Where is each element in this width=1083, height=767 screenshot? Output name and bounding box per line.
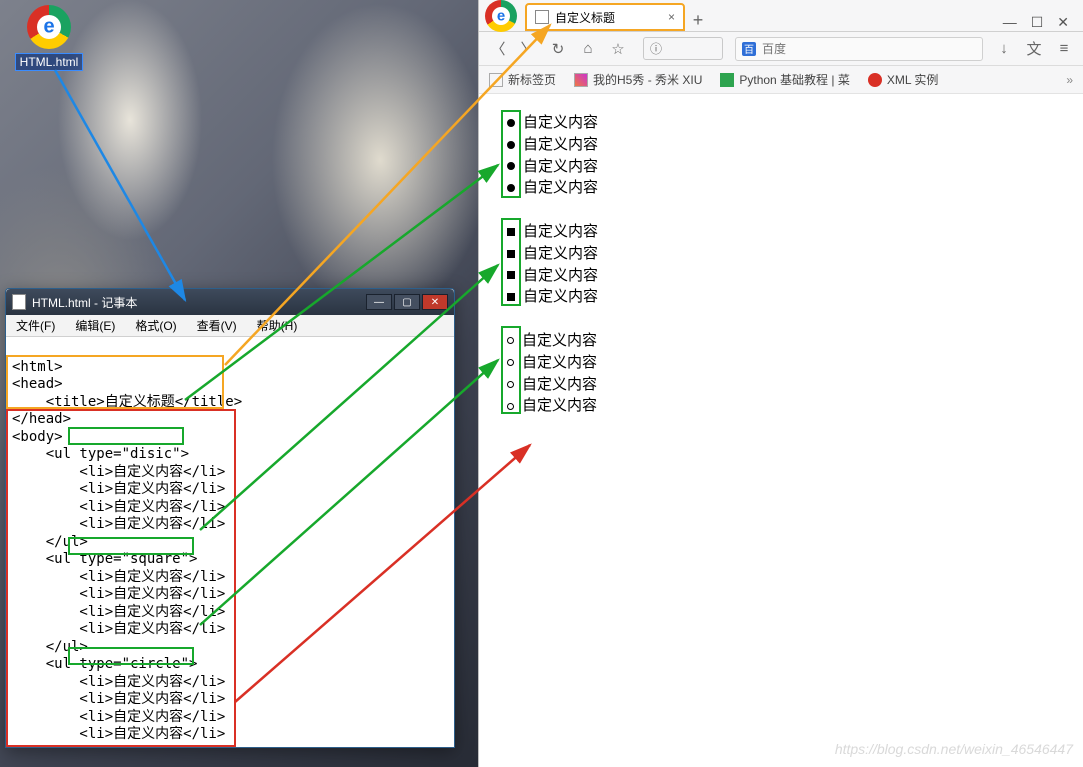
list-item: 自定义内容: [499, 134, 1073, 156]
tab-active[interactable]: 自定义标题 ×: [525, 3, 685, 31]
list-item: 自定义内容: [499, 265, 1073, 287]
list-item: 自定义内容: [499, 330, 1073, 352]
back-icon[interactable]: 〈: [489, 40, 507, 58]
menu-help[interactable]: 帮助(H): [247, 315, 308, 336]
search-box[interactable]: 百: [735, 37, 983, 61]
win-maximize-icon[interactable]: ☐: [1031, 14, 1044, 31]
tab-row: e 自定义标题 × + — ☐ ✕: [479, 0, 1083, 32]
bookmark-xml[interactable]: XML 实例: [868, 71, 939, 88]
menu-edit[interactable]: 编辑(E): [65, 315, 125, 336]
favicon-icon: [720, 73, 734, 87]
notepad-title: HTML.html - 记事本: [32, 294, 137, 311]
notepad-window: HTML.html - 记事本 — ▢ ✕ 文件(F) 编辑(E) 格式(O) …: [5, 288, 455, 748]
menu-format[interactable]: 格式(O): [125, 315, 186, 336]
notepad-content[interactable]: <html> <head> <title>自定义标题</title> </hea…: [6, 337, 454, 747]
baidu-icon: 百: [742, 42, 756, 56]
bullet-square-icon: [507, 228, 515, 236]
bookmark-h5[interactable]: 我的H5秀 - 秀米 XIU: [574, 71, 702, 88]
watermark: https://blog.csdn.net/weixin_46546447: [835, 741, 1073, 757]
bullet-disc-icon: [507, 141, 515, 149]
tab-title: 自定义标题: [555, 9, 615, 26]
win-close-icon[interactable]: ✕: [1057, 14, 1069, 31]
list-item: 自定义内容: [499, 395, 1073, 417]
address-bar[interactable]: ⓘ: [643, 37, 723, 60]
list-circle: 自定义内容 自定义内容 自定义内容 自定义内容: [499, 330, 1073, 417]
list-item: 自定义内容: [499, 221, 1073, 243]
favicon-icon: [489, 73, 503, 87]
favicon-icon: [574, 73, 588, 87]
browser-toolbar: 〈 〉 ↻ ⌂ ☆ ⓘ 百 ↓ 文 ≡: [479, 32, 1083, 66]
browser-header: e 自定义标题 × + — ☐ ✕ 〈 〉 ↻ ⌂ ☆ ⓘ 百: [479, 0, 1083, 94]
list-item: 自定义内容: [499, 243, 1073, 265]
bullet-circle-icon: [507, 337, 514, 344]
list-item: 自定义内容: [499, 112, 1073, 134]
desktop-file-icon[interactable]: e HTML.html: [10, 5, 88, 71]
list-disc: 自定义内容 自定义内容 自定义内容 自定义内容: [499, 112, 1073, 199]
bullet-square-icon: [507, 293, 515, 301]
tab-close-icon[interactable]: ×: [668, 10, 675, 24]
maximize-button[interactable]: ▢: [394, 294, 420, 310]
win-minimize-icon[interactable]: —: [1003, 14, 1017, 31]
list-square: 自定义内容 自定义内容 自定义内容 自定义内容: [499, 221, 1073, 308]
bookmarks-more-icon[interactable]: »: [1066, 73, 1073, 87]
list-item: 自定义内容: [499, 374, 1073, 396]
minimize-button[interactable]: —: [366, 294, 392, 310]
bookmark-python[interactable]: Python 基础教程 | 菜: [720, 71, 849, 88]
forward-icon[interactable]: 〉: [519, 40, 537, 58]
menu-icon[interactable]: ≡: [1055, 40, 1073, 58]
bullet-circle-icon: [507, 403, 514, 410]
menu-view[interactable]: 查看(V): [187, 315, 247, 336]
browser-logo-icon: e: [485, 0, 517, 32]
bookmarks-bar: 新标签页 我的H5秀 - 秀米 XIU Python 基础教程 | 菜 XML …: [479, 66, 1083, 94]
list-item: 自定义内容: [499, 352, 1073, 374]
browser-window: e 自定义标题 × + — ☐ ✕ 〈 〉 ↻ ⌂ ☆ ⓘ 百: [478, 0, 1083, 767]
highlight-ul1-attr: [68, 427, 184, 445]
star-icon[interactable]: ☆: [609, 40, 627, 58]
bullet-square-icon: [507, 250, 515, 258]
bullet-square-icon: [507, 271, 515, 279]
list-item: 自定义内容: [499, 177, 1073, 199]
page-icon: [535, 10, 549, 24]
home-icon[interactable]: ⌂: [579, 40, 597, 58]
bullet-disc-icon: [507, 162, 515, 170]
page-content: 自定义内容 自定义内容 自定义内容 自定义内容 自定义内容 自定义内容 自定义内…: [479, 94, 1083, 767]
notepad-menubar: 文件(F) 编辑(E) 格式(O) 查看(V) 帮助(H): [6, 315, 454, 337]
list-item: 自定义内容: [499, 286, 1073, 308]
translate-icon[interactable]: 文: [1025, 40, 1043, 58]
desktop-file-label: HTML.html: [15, 53, 84, 71]
bullet-disc-icon: [507, 119, 515, 127]
bullet-disc-icon: [507, 184, 515, 192]
window-controls: — ☐ ✕: [1003, 8, 1083, 31]
close-button[interactable]: ✕: [422, 294, 448, 310]
menu-file[interactable]: 文件(F): [6, 315, 65, 336]
bullet-circle-icon: [507, 381, 514, 388]
list-item: 自定义内容: [499, 156, 1073, 178]
notepad-titlebar[interactable]: HTML.html - 记事本 — ▢ ✕: [6, 289, 454, 315]
download-icon[interactable]: ↓: [995, 40, 1013, 58]
info-icon[interactable]: ⓘ: [650, 40, 662, 57]
bookmark-newtab[interactable]: 新标签页: [489, 71, 556, 88]
bullet-circle-icon: [507, 359, 514, 366]
browser-icon: e: [27, 5, 71, 49]
new-tab-button[interactable]: +: [685, 10, 711, 31]
document-icon: [12, 294, 26, 310]
search-input[interactable]: [762, 42, 976, 56]
favicon-icon: [868, 73, 882, 87]
reload-icon[interactable]: ↻: [549, 40, 567, 58]
